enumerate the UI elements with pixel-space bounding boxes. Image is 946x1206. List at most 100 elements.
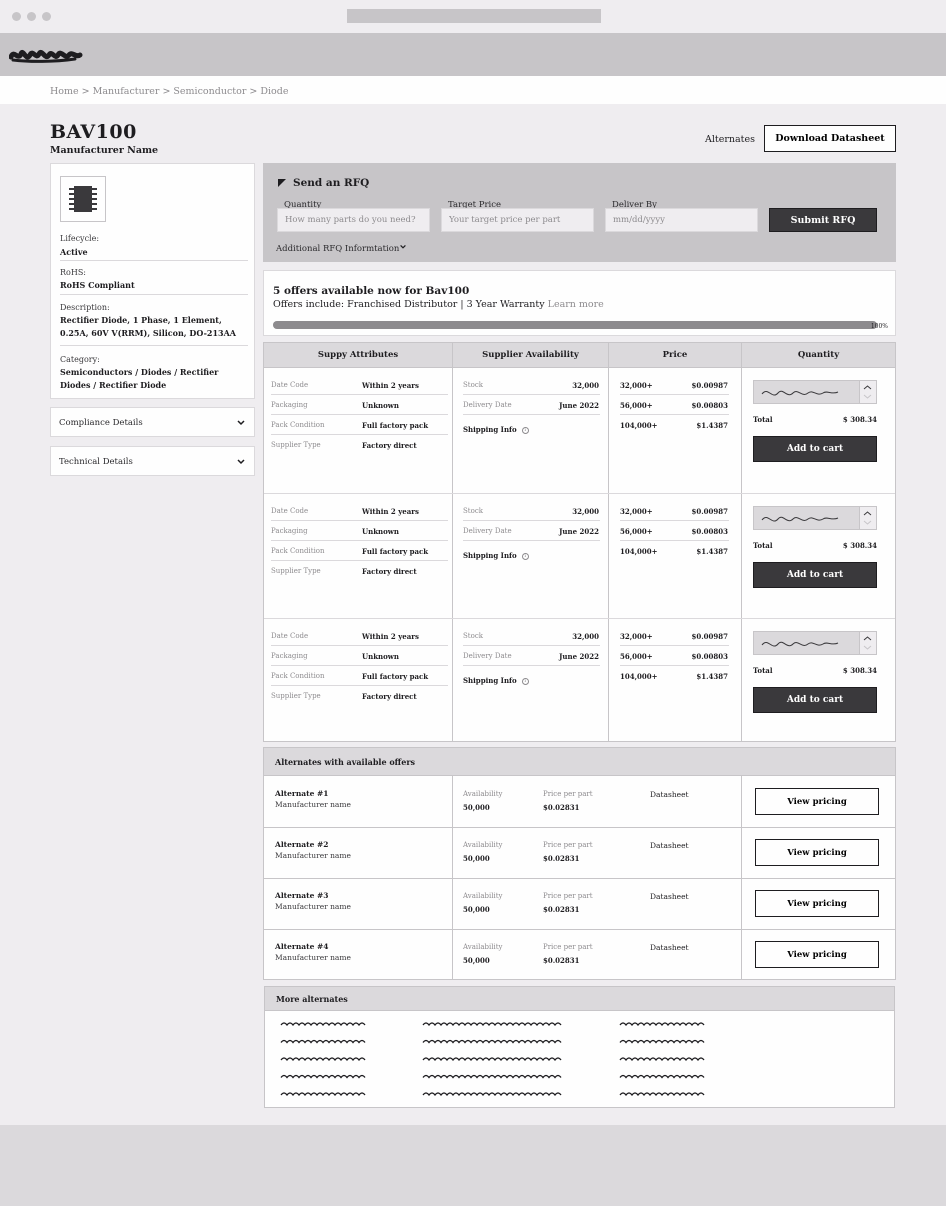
stock-value: 32,000 [572,507,599,516]
row-divider [264,493,895,494]
quantity-spinner[interactable] [859,381,876,403]
divider [271,540,448,541]
placeholder-scribble[interactable] [280,1074,366,1079]
datasheet-link[interactable]: Datasheet [650,790,689,799]
breadcrumb-diode[interactable]: Diode [260,86,288,97]
quantity-stepper[interactable] [753,380,877,404]
delivery-value: June 2022 [559,401,599,410]
quantity-spinner[interactable] [859,507,876,529]
placeholder-scribble[interactable] [280,1092,366,1097]
attribute-value: Within 2 years [362,632,419,641]
add-to-cart-button[interactable]: Add to cart [753,436,877,462]
placeholder-scribble[interactable] [619,1057,705,1062]
stock-label: Stock [463,381,483,389]
learn-more-link[interactable]: Learn more [548,299,604,310]
alternate-manufacturer: Manufacturer name [275,851,351,860]
total-value: $ 308.34 [842,666,877,675]
view-pricing-button[interactable]: View pricing [755,788,879,815]
deliver-by-input[interactable] [605,208,758,232]
attribute-label: Supplier Type [271,567,321,575]
breadcrumb-manufacturer[interactable]: Manufacturer [93,86,160,97]
download-datasheet-button[interactable]: Download Datasheet [764,125,896,152]
offers-includes: Offers include: Franchised Distributor |… [273,299,604,310]
target-price-input[interactable] [441,208,594,232]
technical-details-accordion[interactable]: Technical Details [50,446,255,476]
breadcrumb-home[interactable]: Home [50,86,79,97]
placeholder-scribble[interactable] [280,1039,366,1044]
alternate-name[interactable]: Alternate #2 [275,840,329,849]
price-per-part-value: $0.02831 [543,956,580,965]
alternates-link[interactable]: Alternates [705,134,755,145]
shipping-info[interactable]: Shipping Info i [463,551,529,560]
breadcrumb-semiconductor[interactable]: Semiconductor [173,86,246,97]
price-break-qty: 104,000+ [620,547,658,556]
attribute-label: Packaging [271,527,308,535]
column-header: Supplier Availability [453,343,608,368]
window-dot-icon[interactable] [42,12,51,21]
alternates-header: Alternates with available offers [264,748,895,776]
view-pricing-button[interactable]: View pricing [755,890,879,917]
quantity-spinner[interactable] [859,632,876,654]
datasheet-link[interactable]: Datasheet [650,841,689,850]
quantity-stepper[interactable] [753,631,877,655]
compliance-details-accordion[interactable]: Compliance Details [50,407,255,437]
price-break-price: $1.4387 [696,547,728,556]
additional-rfq-toggle[interactable]: Additional RFQ Informtation [276,243,407,254]
column-header: Quantity [742,343,895,368]
product-spec-card: Lifecycle: Active RoHS: RoHS Compliant D… [50,163,255,399]
view-pricing-button[interactable]: View pricing [755,941,879,968]
placeholder-scribble[interactable] [280,1022,366,1027]
quantity-stepper[interactable] [753,506,877,530]
info-icon[interactable]: i [521,552,529,560]
alternate-name[interactable]: Alternate #3 [275,891,329,900]
quantity-scribble [761,390,839,396]
divider [271,520,448,521]
window-dot-icon[interactable] [12,12,21,21]
placeholder-scribble[interactable] [280,1057,366,1062]
placeholder-scribble[interactable] [422,1039,562,1044]
alternate-name[interactable]: Alternate #4 [275,942,329,951]
logo-scribble-icon[interactable] [9,43,83,67]
more-alternates-header: More alternates [265,987,894,1011]
accordion-label: Technical Details [59,457,133,467]
divider [463,520,600,521]
shipping-info[interactable]: Shipping Info i [463,425,529,434]
placeholder-scribble[interactable] [619,1022,705,1027]
placeholder-scribble[interactable] [619,1092,705,1097]
placeholder-scribble[interactable] [619,1074,705,1079]
price-per-part-value: $0.02831 [543,905,580,914]
info-icon[interactable]: i [521,677,529,685]
price-break-price: $0.00803 [691,527,728,536]
price-per-part-value: $0.02831 [543,854,580,863]
window-dot-icon[interactable] [27,12,36,21]
placeholder-scribble[interactable] [422,1074,562,1079]
alternate-name[interactable]: Alternate #1 [275,789,329,798]
add-to-cart-button[interactable]: Add to cart [753,687,877,713]
view-pricing-button[interactable]: View pricing [755,839,879,866]
attribute-label: Date Code [271,381,309,389]
add-to-cart-button[interactable]: Add to cart [753,562,877,588]
placeholder-scribble[interactable] [422,1092,562,1097]
divider [271,560,448,561]
datasheet-link[interactable]: Datasheet [650,943,689,952]
price-break-qty: 32,000+ [620,381,653,390]
shipping-info[interactable]: Shipping Info i [463,676,529,685]
placeholder-scribble[interactable] [422,1022,562,1027]
attribute-label: Supplier Type [271,441,321,449]
quantity-input[interactable] [277,208,430,232]
breadcrumb-bar: Home > Manufacturer > Semiconductor > Di… [0,76,946,104]
divider [60,260,248,261]
placeholder-scribble[interactable] [619,1039,705,1044]
availability-value: 50,000 [463,956,490,965]
attribute-label: Supplier Type [271,692,321,700]
alternates-title: Alternates with available offers [275,757,416,767]
divider [620,665,729,666]
price-per-part-label: Price per part [543,943,593,951]
send-icon [278,179,286,187]
submit-rfq-button[interactable]: Submit RFQ [769,208,877,232]
address-bar[interactable] [347,9,601,23]
attribute-label: Date Code [271,507,309,515]
datasheet-link[interactable]: Datasheet [650,892,689,901]
placeholder-scribble[interactable] [422,1057,562,1062]
info-icon[interactable]: i [521,426,529,434]
